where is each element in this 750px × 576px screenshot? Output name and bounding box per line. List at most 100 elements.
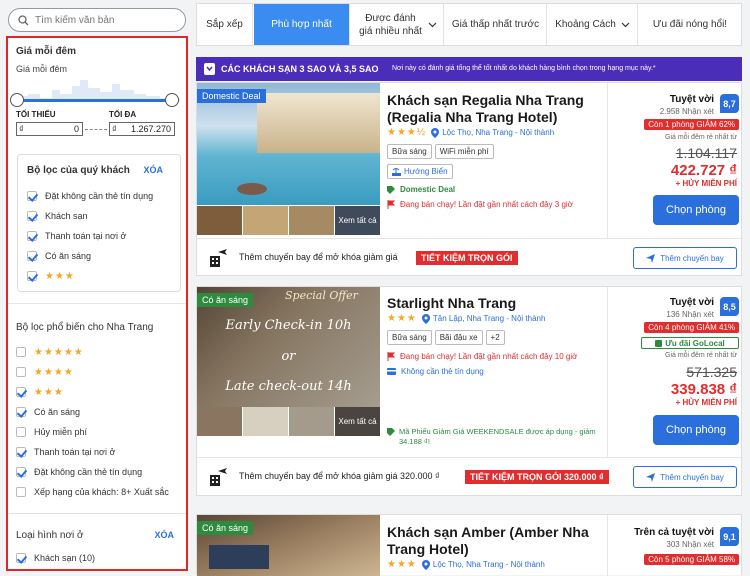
checkbox-unchecked[interactable]: [16, 347, 26, 357]
review-count[interactable]: 136 Nhận xét: [666, 310, 714, 319]
photo-offer-line: or: [281, 349, 296, 364]
plane-icon: [646, 253, 656, 263]
max-price-input[interactable]: ₫ 1.267.270: [109, 122, 175, 136]
urgency-line: Đang bán chạy! Lần đặt gần nhất cách đây…: [387, 352, 577, 361]
filter-checkbox-row[interactable]: Khách sạn: [27, 209, 88, 223]
filter-checkbox-row[interactable]: Đặt không cần thẻ tín dụng: [27, 189, 153, 203]
clear-lodging-button[interactable]: XÓA: [154, 530, 174, 540]
checkbox-checked[interactable]: [16, 447, 26, 457]
checkbox-checked[interactable]: [16, 387, 26, 397]
thumbnail-row[interactable]: Xem tất cả: [197, 407, 380, 436]
flight-bundle-strip: Thêm chuyến bay để mở khóa giảm giá TIẾT…: [197, 238, 743, 276]
thumbnail[interactable]: [197, 206, 242, 235]
flag-icon: [387, 200, 395, 209]
filter-checkbox-row[interactable]: Thanh toán tại nơi ở: [16, 445, 115, 459]
tab-top-reviewed[interactable]: Được đánh giá nhiều nhất: [351, 4, 444, 45]
filter-checkbox-row[interactable]: ★★★: [16, 385, 64, 399]
checkbox-unchecked[interactable]: [16, 487, 26, 497]
rating-label: Trên cả tuyệt vời: [634, 527, 714, 538]
hotel-name[interactable]: Starlight Nha Trang: [387, 295, 602, 312]
thumbnail[interactable]: [289, 407, 334, 436]
checkbox-unchecked[interactable]: [16, 427, 26, 437]
tab-best-match[interactable]: Phù hợp nhất: [254, 4, 350, 45]
current-price: 422.727 ₫: [670, 162, 737, 179]
checkbox-checked[interactable]: [27, 251, 37, 261]
checkbox-checked[interactable]: [27, 191, 37, 201]
filter-checkbox-row[interactable]: ★★★★: [16, 365, 74, 379]
checkbox-checked[interactable]: [16, 553, 26, 563]
filter-checkbox-row[interactable]: Đặt không cần thẻ tín dụng: [16, 465, 142, 479]
thumbnail[interactable]: [197, 407, 242, 436]
review-score: 8,7: [720, 94, 739, 113]
price-slider-track[interactable]: [16, 99, 174, 102]
filter-label: Khách sạn (10): [34, 553, 96, 563]
hotel-name[interactable]: Khách sạn Regalia Nha Trang (Regalia Nha…: [387, 92, 602, 126]
filter-checkbox-row[interactable]: Khách sạn (10): [16, 551, 95, 565]
filter-checkbox-row[interactable]: ★★★★★: [16, 345, 84, 359]
hotel-location[interactable]: Tân Lập, Nha Trang - Nội thành: [433, 314, 546, 323]
search-input[interactable]: [35, 13, 175, 28]
choose-room-button[interactable]: Chọn phòng: [653, 195, 739, 225]
filter-checkbox-row[interactable]: Thanh toán tại nơi ở: [27, 229, 126, 243]
hotel-rating-location: ★★★½ Lộc Thọ, Nha Trang - Nội thành: [387, 127, 554, 138]
price-note: Giá mỗi đêm rẻ nhất từ: [665, 352, 737, 359]
tab-hot-deals[interactable]: Ưu đãi nóng hổi!: [639, 4, 741, 45]
see-all-photos[interactable]: Xem tất cả: [335, 206, 380, 235]
clear-your-filters-button[interactable]: XÓA: [143, 165, 163, 175]
hotel-location[interactable]: Lộc Thọ, Nha Trang - Nội thành: [433, 560, 545, 569]
thumbnail[interactable]: [243, 206, 288, 235]
hotel-card[interactable]: Special Offer Early Check-in 10h or Late…: [196, 286, 743, 496]
price-column: Tuyệt vời 136 Nhận xét 8,5 Còn 4 phòng G…: [607, 287, 743, 457]
checkbox-checked[interactable]: [16, 407, 26, 417]
hotel-location[interactable]: Lộc Thọ, Nha Trang - Nội thành: [442, 128, 554, 137]
min-price-label: TỐI THIỂU: [16, 110, 56, 119]
tab-distance[interactable]: Khoảng Cách: [548, 4, 638, 45]
add-flight-button[interactable]: Thêm chuyến bay: [633, 466, 737, 488]
hotel-card[interactable]: Có ăn sáng Khách sạn Amber (Amber Nha Tr…: [196, 514, 743, 576]
choose-room-button[interactable]: Chọn phòng: [653, 415, 739, 445]
checkbox-checked[interactable]: [27, 271, 37, 281]
hotel-name[interactable]: Khách sạn Amber (Amber Nha Trang Hotel): [387, 524, 602, 558]
amenity-chips: Bữa sáng Bãi đậu xe +2: [387, 330, 508, 345]
price-range-dash: [85, 129, 107, 130]
filter-label: Khách sạn: [45, 211, 88, 221]
price-max-handle[interactable]: [165, 93, 179, 107]
filter-checkbox-row[interactable]: Có ăn sáng: [27, 249, 91, 263]
amenity-chip: +2: [485, 330, 505, 345]
max-price-value: 1.267.270: [130, 124, 171, 134]
thumbnail[interactable]: [243, 407, 288, 436]
tab-lowest-price[interactable]: Giá thấp nhất trước: [445, 4, 547, 45]
urgency-text: Đang bán chạy! Lần đặt gần nhất cách đây…: [400, 352, 578, 361]
add-flight-button[interactable]: Thêm chuyến bay: [633, 247, 737, 269]
photo-offer-title: Special Offer: [285, 289, 358, 302]
see-all-photos[interactable]: Xem tất cả: [335, 407, 380, 436]
review-count[interactable]: 2.958 Nhận xét: [660, 107, 714, 116]
filter-checkbox-row[interactable]: Có ăn sáng: [16, 405, 80, 419]
price-min-handle[interactable]: [10, 93, 24, 107]
your-filters-title: Bộ lọc của quý khách: [27, 165, 130, 176]
star-filter-label: ★★★: [34, 386, 64, 398]
checkbox-checked[interactable]: [16, 467, 26, 477]
package-saving-tag: TIẾT KIỆM TRỌN GÓI 320.000 ₫: [465, 470, 609, 484]
free-cancel: + HỦY MIỄN PHÍ: [675, 179, 737, 188]
filter-checkbox-row[interactable]: ★★★: [27, 269, 75, 283]
max-price-label: TỐI ĐA: [109, 110, 137, 119]
checkbox-unchecked[interactable]: [16, 367, 26, 377]
review-count[interactable]: 303 Nhận xét: [666, 540, 714, 549]
checkbox-checked[interactable]: [27, 231, 37, 241]
filter-checkbox-row[interactable]: Xếp hạng của khách: 8+ Xuất sắc: [16, 485, 169, 499]
thumbnail-row[interactable]: Xem tất cả: [197, 206, 380, 235]
star-rating: ★★★½: [387, 127, 427, 138]
hotel-card[interactable]: Domestic Deal Xem tất cả Khách sạn Regal…: [196, 82, 743, 276]
amenity-chips: Bữa sáng WiFi miễn phí: [387, 144, 497, 159]
price-column: Trên cả tuyệt vời 303 Nhận xét 9,1 Còn 5…: [607, 515, 743, 576]
min-price-input[interactable]: ₫ 0: [16, 122, 83, 136]
thumbnail[interactable]: [289, 206, 334, 235]
banner-text: Nơi này có đánh giá tổng thể tốt nhất do…: [392, 65, 656, 72]
checkbox-checked[interactable]: [27, 211, 37, 221]
search-box[interactable]: [8, 8, 186, 32]
filter-checkbox-row[interactable]: Hủy miễn phí: [16, 425, 87, 439]
breakfast-tag: Có ăn sáng: [197, 521, 254, 535]
review-score: 8,5: [720, 297, 739, 316]
tab-label: Phù hợp nhất: [271, 19, 332, 30]
